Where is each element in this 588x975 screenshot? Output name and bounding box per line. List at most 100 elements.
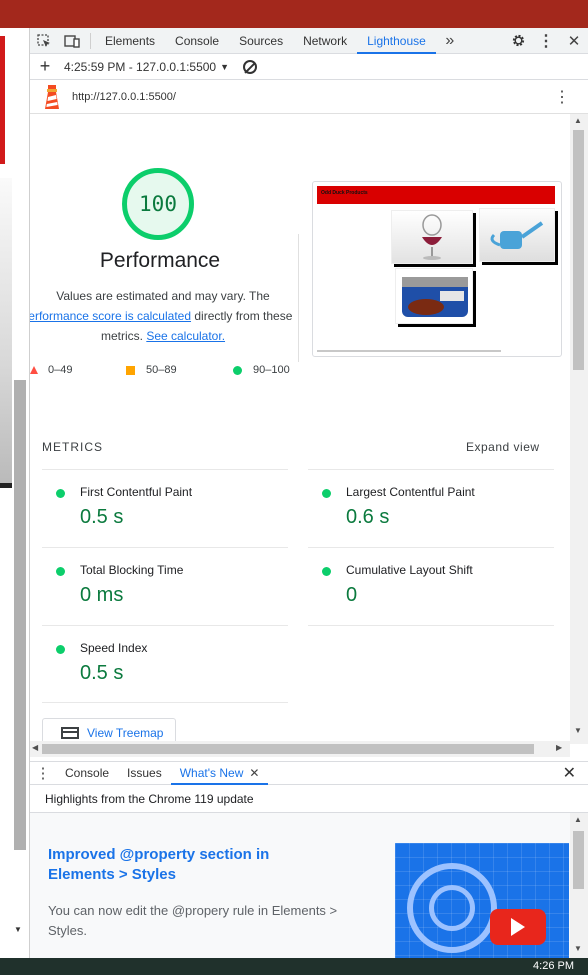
settings-gear-icon[interactable] bbox=[504, 28, 532, 54]
pass-circle-icon bbox=[233, 365, 242, 375]
tab-lighthouse[interactable]: Lighthouse bbox=[357, 28, 436, 54]
pass-dot-icon bbox=[56, 489, 65, 498]
metric-name: First Contentful Paint bbox=[80, 485, 193, 499]
news-title-link[interactable]: Improved @property section in Elements >… bbox=[48, 845, 318, 885]
close-devtools-icon[interactable]: ✕ bbox=[560, 28, 588, 54]
treemap-icon bbox=[61, 727, 79, 739]
tab-elements[interactable]: Elements bbox=[95, 28, 165, 54]
dropdown-arrow-icon[interactable]: ▼ bbox=[220, 62, 229, 72]
legend-pass-range: 90–100 bbox=[253, 364, 290, 376]
lighthouse-toolbar: + 4:25:59 PM - 127.0.0.1:5500 ▼ bbox=[30, 54, 588, 80]
metric-value: 0.6 s bbox=[346, 506, 390, 528]
report-horizontal-scrollbar[interactable]: ◀ ▶ bbox=[30, 741, 570, 757]
metric-value: 0.5 s bbox=[80, 662, 124, 684]
devtools-panel: Elements Console Sources Network Lightho… bbox=[30, 28, 588, 958]
legend-pass: 90–100 bbox=[233, 364, 290, 376]
pass-dot-icon bbox=[56, 645, 65, 654]
legend-average-range: 50–89 bbox=[146, 364, 177, 376]
product-image-wine-glass bbox=[391, 210, 473, 264]
drawer-tab-issues[interactable]: Issues bbox=[118, 761, 171, 785]
scroll-right-icon[interactable]: ▶ bbox=[556, 743, 562, 752]
product-image-unicorn-meat bbox=[395, 268, 473, 324]
close-drawer-icon[interactable]: ✕ bbox=[563, 763, 576, 783]
metric-first-contentful-paint: First Contentful Paint 0.5 s bbox=[42, 469, 288, 547]
drawer-tab-console[interactable]: Console bbox=[56, 761, 118, 785]
final-screenshot[interactable]: Odd Duck Products bbox=[312, 181, 562, 357]
scroll-left-icon[interactable]: ◀ bbox=[32, 743, 38, 752]
scroll-up-icon[interactable]: ▲ bbox=[574, 116, 582, 125]
tab-sources[interactable]: Sources bbox=[229, 28, 293, 54]
metric-value: 0 bbox=[346, 584, 358, 606]
metric-largest-contentful-paint: Largest Contentful Paint 0.6 s bbox=[308, 469, 554, 547]
taskbar: 4:26 PM bbox=[0, 958, 588, 975]
fail-triangle-icon bbox=[30, 366, 38, 374]
metric-value: 0 ms bbox=[80, 584, 124, 606]
scroll-down-icon[interactable]: ▼ bbox=[574, 726, 582, 735]
device-toolbar-icon[interactable] bbox=[58, 28, 86, 54]
note-text-1: Values are estimated and may vary. The bbox=[56, 289, 270, 303]
drawer-scrollbar[interactable]: ▲ ▼ bbox=[570, 813, 588, 958]
page-red-block bbox=[0, 36, 5, 164]
pass-dot-icon bbox=[56, 567, 65, 576]
tab-console[interactable]: Console bbox=[165, 28, 229, 54]
divider bbox=[298, 234, 299, 362]
lighthouse-report: 100 Performance Values are estimated and… bbox=[30, 114, 570, 744]
metric-divider bbox=[308, 625, 554, 626]
page-scroll-down-icon[interactable]: ▼ bbox=[14, 925, 22, 934]
drawer-tab-whats-new[interactable]: What's New ✕ bbox=[170, 761, 269, 785]
performance-score-gauge[interactable]: 100 bbox=[122, 168, 194, 240]
tab-network[interactable]: Network bbox=[293, 28, 357, 54]
drawer-subtitle: Highlights from the Chrome 119 update bbox=[45, 791, 254, 806]
legend-fail-range: 0–49 bbox=[48, 364, 73, 376]
clear-reports-icon[interactable] bbox=[243, 59, 258, 74]
new-report-plus-icon[interactable]: + bbox=[30, 56, 60, 77]
screenshot-scrollbar bbox=[317, 350, 501, 352]
product-image-water-can bbox=[479, 208, 555, 262]
report-menu-icon[interactable]: ⋮ bbox=[554, 87, 570, 107]
customize-menu-icon[interactable]: ⋮ bbox=[532, 28, 560, 54]
browser-top-strip bbox=[0, 0, 588, 28]
taskbar-clock[interactable]: 4:26 PM bbox=[533, 960, 574, 972]
screenshot-header: Odd Duck Products bbox=[317, 186, 555, 204]
metric-cumulative-layout-shift: Cumulative Layout Shift 0 bbox=[308, 547, 554, 625]
performance-note: Values are estimated and may vary. The p… bbox=[30, 286, 296, 346]
toolbar-separator bbox=[90, 32, 91, 49]
page-scrollbar[interactable] bbox=[14, 380, 26, 850]
metric-total-blocking-time: Total Blocking Time 0 ms bbox=[42, 547, 288, 625]
report-vertical-scrollbar[interactable]: ▲ ▼ bbox=[570, 114, 588, 744]
legend-fail: 0–49 bbox=[30, 364, 72, 376]
thumbnail-ring-inner bbox=[429, 885, 475, 931]
report-url: http://127.0.0.1:5500/ bbox=[72, 90, 176, 103]
close-tab-icon[interactable]: ✕ bbox=[249, 766, 259, 780]
expand-view-toggle[interactable]: Expand view bbox=[466, 440, 540, 454]
report-selector[interactable]: 4:25:59 PM - 127.0.0.1:5500 bbox=[64, 60, 216, 74]
whats-new-label: What's New bbox=[179, 766, 244, 780]
metric-speed-index: Speed Index 0.5 s bbox=[42, 625, 288, 703]
inspect-element-icon[interactable] bbox=[30, 28, 58, 54]
scroll-down-icon[interactable]: ▼ bbox=[574, 944, 582, 953]
page-dark-line bbox=[0, 483, 12, 488]
drawer-subtitle-bar: Highlights from the Chrome 119 update bbox=[30, 785, 588, 813]
news-video-thumbnail[interactable] bbox=[395, 843, 569, 958]
pass-dot-icon bbox=[322, 489, 331, 498]
drawer-menu-icon[interactable]: ⋮ bbox=[30, 764, 56, 782]
devtools-tab-bar: Elements Console Sources Network Lightho… bbox=[30, 28, 588, 54]
scrollbar-thumb[interactable] bbox=[42, 744, 534, 754]
legend-average: 50–89 bbox=[126, 364, 177, 376]
metric-name: Total Blocking Time bbox=[80, 563, 184, 577]
see-calculator-link[interactable]: See calculator. bbox=[146, 329, 225, 343]
whats-new-content: Improved @property section in Elements >… bbox=[30, 813, 570, 958]
news-description: You can now edit the @propery rule in El… bbox=[48, 903, 338, 938]
report-url-bar: http://127.0.0.1:5500/ ⋮ bbox=[30, 80, 588, 114]
average-square-icon bbox=[126, 365, 135, 375]
scrollbar-thumb[interactable] bbox=[573, 831, 584, 889]
metric-name: Largest Contentful Paint bbox=[346, 485, 475, 499]
performance-score-link[interactable]: performance score is calculated bbox=[30, 309, 191, 323]
more-tabs-icon[interactable]: » bbox=[436, 28, 464, 54]
youtube-play-icon[interactable] bbox=[490, 909, 546, 945]
metric-name: Cumulative Layout Shift bbox=[346, 563, 473, 577]
scroll-up-icon[interactable]: ▲ bbox=[574, 815, 582, 824]
metric-value: 0.5 s bbox=[80, 506, 124, 528]
scrollbar-thumb[interactable] bbox=[573, 130, 584, 370]
metrics-heading: METRICS bbox=[42, 440, 103, 454]
